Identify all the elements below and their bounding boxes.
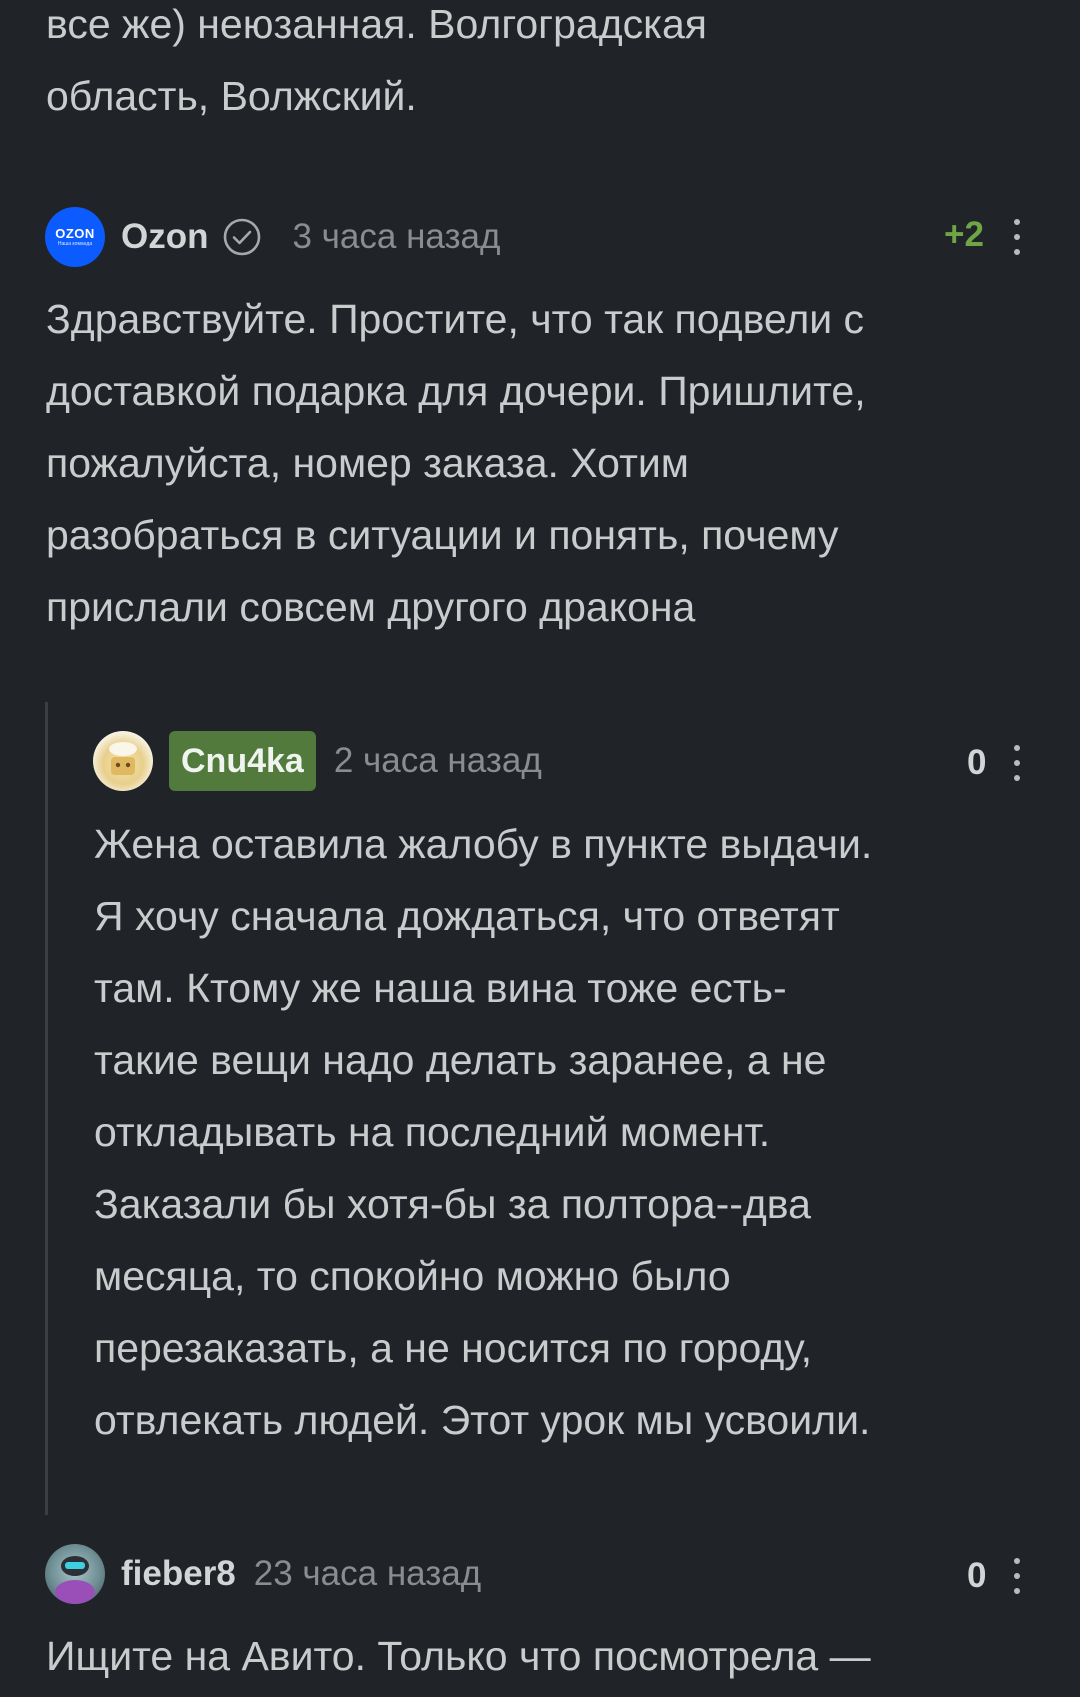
user-avatar[interactable] bbox=[93, 731, 153, 791]
comment-line: разобраться в ситуации и понять, почему bbox=[46, 512, 839, 558]
comment-line: область, Волжский. bbox=[46, 73, 417, 119]
comment-body-reply: Жена оставила жалобу в пункте выдачи. Я … bbox=[94, 808, 1064, 1456]
comment-line: там. Ктому же наша вина тоже есть- bbox=[94, 965, 787, 1011]
comment-line: месяца, то спокойно можно было bbox=[94, 1253, 731, 1299]
comment-line: Ищите на Авито. Только что посмотрела — bbox=[46, 1633, 871, 1679]
thread-line[interactable] bbox=[45, 702, 48, 1515]
more-options-icon[interactable] bbox=[1011, 1558, 1023, 1594]
comment-body-ozon: Здравствуйте. Простите, что так подвели … bbox=[46, 283, 1056, 643]
previous-comment-text: все же) неюзанная. Волгоградская область… bbox=[46, 0, 1046, 132]
comment-header-reply: Cnu4ka 2 часа назад bbox=[93, 731, 542, 791]
comment-line: доставкой подарка для дочери. Пришлите, bbox=[46, 368, 866, 414]
comment-line: перезаказать, а не носится по городу, bbox=[94, 1325, 813, 1371]
ozon-avatar-logo: OZON bbox=[55, 225, 95, 241]
comment-rating: +2 bbox=[944, 215, 984, 254]
more-options-icon[interactable] bbox=[1011, 745, 1023, 781]
author-badge[interactable]: Cnu4ka bbox=[169, 731, 316, 791]
ozon-avatar-subtext: Наша команда bbox=[57, 240, 93, 247]
comment-rating: 0 bbox=[967, 743, 987, 782]
comment-line: прислали совсем другого дракона bbox=[46, 584, 696, 630]
comment-line: отвлекать людей. Этот урок мы усвоили. bbox=[94, 1397, 871, 1443]
user-avatar[interactable] bbox=[45, 1544, 105, 1604]
comment-time: 2 часа назад bbox=[333, 741, 542, 780]
more-options-icon[interactable] bbox=[1011, 219, 1023, 255]
comment-line: все же) неюзанная. Волгоградская bbox=[46, 1, 708, 47]
comment-line: такие вещи надо делать заранее, а не bbox=[94, 1037, 827, 1083]
comment-author[interactable]: fieber8 bbox=[121, 1554, 236, 1594]
comment-line: Жена оставила жалобу в пункте выдачи. bbox=[94, 821, 873, 867]
comment-line: откладывать на последний момент. bbox=[94, 1109, 771, 1155]
comment-line: Здравствуйте. Простите, что так подвели … bbox=[46, 296, 865, 342]
comment-time: 23 часа назад bbox=[253, 1554, 482, 1593]
comment-line: Я хочу сначала дождаться, что ответят bbox=[94, 893, 840, 939]
comment-body-fieber: Ищите на Авито. Только что посмотрела — bbox=[46, 1620, 1066, 1692]
ozon-avatar[interactable]: OZON Наша команда bbox=[45, 207, 105, 267]
comment-rating: 0 bbox=[967, 1556, 987, 1595]
verified-check-icon bbox=[222, 217, 262, 257]
comment-time: 3 часа назад bbox=[292, 217, 501, 256]
comment-author[interactable]: Ozon bbox=[121, 217, 208, 257]
comment-header-ozon: OZON Наша команда Ozon 3 часа назад bbox=[45, 207, 500, 267]
comment-header-fieber: fieber8 23 часа назад bbox=[45, 1544, 481, 1604]
comment-line: пожалуйста, номер заказа. Хотим bbox=[46, 440, 689, 486]
comment-line: Заказали бы хотя-бы за полтора--два bbox=[94, 1181, 811, 1227]
